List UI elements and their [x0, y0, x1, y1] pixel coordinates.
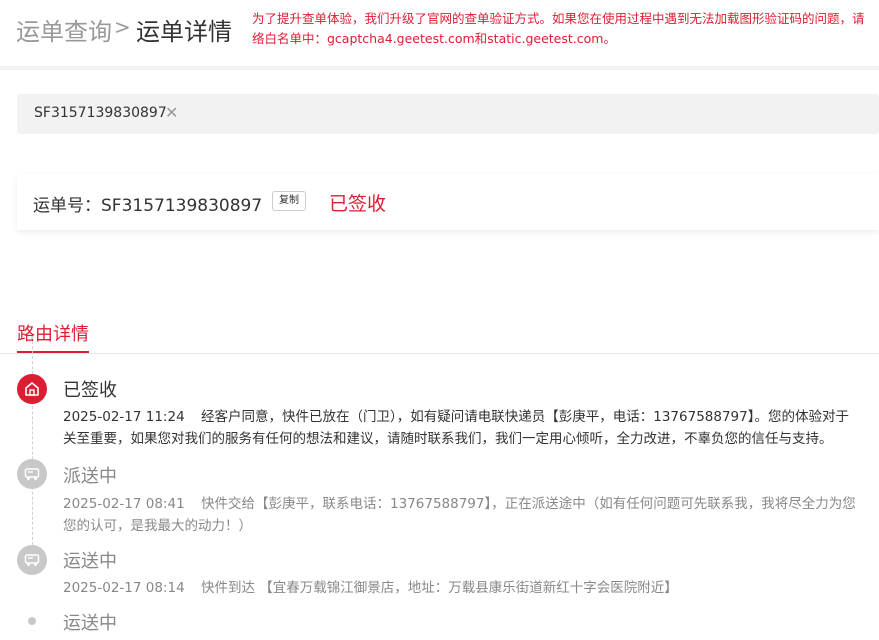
- timeline-text: 经客户同意，快件已放在（门卫），如有疑问请电联快递员【彭庚平，电话：137675…: [201, 409, 849, 425]
- timeline-dot: [28, 617, 36, 625]
- status-badge: 已签收: [329, 193, 387, 215]
- tab-divider: [0, 353, 879, 354]
- waybill-number: 运单号：SF3157139830897: [33, 196, 263, 216]
- timeline-line: [32, 336, 33, 570]
- timeline-time: 2025-02-17 08:14: [63, 580, 185, 596]
- timeline-entry: 2025-02-17 11:24 经客户同意，快件已放在（门卫），如有疑问请电联快…: [63, 406, 879, 450]
- timeline-text: 快件到达 【宜春万载锦江御景店，地址：万载县康乐街道新红十字会医院附近】: [201, 580, 678, 596]
- timeline-entry: 2025-02-17 08:41 快件交给【彭庚平，联系电话：1376758879…: [63, 493, 879, 537]
- timeline-entry: 2025-02-17 08:14 快件到达 【宜春万载锦江御景店，地址：万载县康乐…: [63, 577, 879, 599]
- timeline-text-cont: 关至重要，如果您对我们的服务有任何的想法和建议，请随时联系我们，我们一定用心倾听…: [63, 431, 833, 447]
- truck-icon: [17, 459, 47, 489]
- timeline-title: 运送中: [63, 613, 117, 634]
- page-title: 运单详情: [136, 18, 232, 46]
- notice-line-1: 为了提升查单体验，我们升级了官网的查单验证方式。如果您在使用过程中遇到无法加载图…: [252, 11, 865, 26]
- breadcrumb-separator: >: [114, 15, 131, 39]
- timeline-time: 2025-02-17 08:41: [63, 496, 185, 512]
- waybill-summary-card: 运单号：SF3157139830897 复制 已签收: [17, 174, 879, 230]
- house-icon: [17, 374, 47, 404]
- truck-icon: [17, 545, 47, 575]
- timeline-text: 快件交给【彭庚平，联系电话：13767588797】，正在派送途中（如有任何问题…: [201, 496, 856, 512]
- header-bar: 运单查询 > 运单详情 为了提升查单体验，我们升级了官网的查单验证方式。如果您在…: [0, 0, 879, 66]
- timeline-title: 已签收: [63, 380, 117, 401]
- captcha-notice: 为了提升查单体验，我们升级了官网的查单验证方式。如果您在使用过程中遇到无法加载图…: [252, 9, 879, 49]
- waybill-search-input[interactable]: SF3157139830897 ✕: [17, 94, 879, 134]
- timeline-title: 运送中: [63, 551, 117, 572]
- notice-line-2: 络白名单中：gcaptcha4.geetest.com和static.geete…: [252, 31, 616, 46]
- tab-route-details[interactable]: 路由详情: [17, 320, 89, 346]
- waybill-search-tag: SF3157139830897: [34, 105, 167, 121]
- timeline-title: 派送中: [63, 466, 117, 487]
- main-panel: SF3157139830897 ✕ 运单号：SF3157139830897 复制…: [0, 70, 879, 640]
- copy-button[interactable]: 复制: [272, 191, 306, 211]
- timeline-text-cont: 您的认可，是我最大的动力！）: [63, 518, 252, 534]
- breadcrumb-root-link[interactable]: 运单查询: [16, 12, 112, 47]
- clear-icon[interactable]: ✕: [165, 103, 178, 122]
- timeline-time: 2025-02-17 11:24: [63, 409, 185, 425]
